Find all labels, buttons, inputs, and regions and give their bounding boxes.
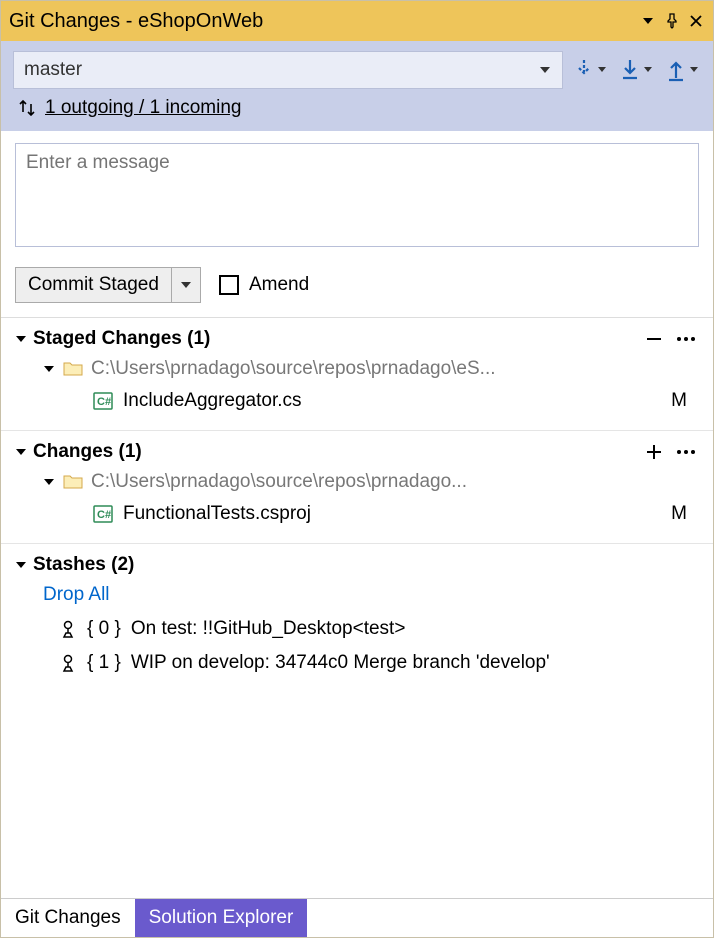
sync-icon: [17, 98, 37, 118]
staged-folder-row[interactable]: C:\Users\prnadago\source\repos\prnadago\…: [15, 350, 699, 384]
staged-file-row[interactable]: C# IncludeAggregator.cs M: [15, 384, 699, 426]
stage-all-icon[interactable]: [641, 442, 667, 462]
sync-status-row: 1 outgoing / 1 incoming: [1, 89, 713, 131]
commit-button-label: Commit Staged: [16, 268, 171, 302]
staged-folder-path: C:\Users\prnadago\source\repos\prnadago\…: [91, 358, 496, 380]
commit-dropdown-icon[interactable]: [171, 268, 200, 302]
branch-toolbar: master: [1, 41, 713, 89]
branch-select[interactable]: master: [13, 51, 563, 89]
folder-icon: [63, 361, 83, 377]
sync-status-link[interactable]: 1 outgoing / 1 incoming: [45, 97, 241, 119]
collapse-icon: [15, 559, 27, 571]
bottom-tabs: Git Changes Solution Explorer: [1, 898, 713, 937]
stash-icon: [59, 653, 77, 673]
commit-row: Commit Staged Amend: [1, 253, 713, 318]
collapse-icon: [15, 333, 27, 345]
changes-file-row[interactable]: C# FunctionalTests.csproj M: [15, 497, 699, 539]
tab-solution-explorer[interactable]: Solution Explorer: [135, 899, 308, 937]
collapse-icon: [15, 446, 27, 458]
more-actions-icon[interactable]: [673, 449, 699, 455]
folder-icon: [63, 474, 83, 490]
stashes-header[interactable]: Stashes (2): [15, 554, 699, 576]
changes-section: Changes (1) C:\Users\prnadago\source\rep…: [1, 431, 713, 544]
stashes-section: Stashes (2) Drop All { 0 } On test: !!Gi…: [1, 544, 713, 684]
staged-changes-section: Staged Changes (1) C:\Users\prnadago\sou…: [1, 318, 713, 431]
amend-checkbox-group[interactable]: Amend: [219, 274, 309, 296]
stash-index: { 0 }: [87, 618, 121, 640]
push-button[interactable]: [663, 54, 701, 86]
commit-staged-button[interactable]: Commit Staged: [15, 267, 201, 303]
window-menu-icon[interactable]: [639, 15, 657, 27]
changes-header[interactable]: Changes (1): [15, 441, 699, 463]
csharp-file-icon: C#: [93, 392, 113, 410]
collapse-icon: [43, 363, 55, 375]
stash-item[interactable]: { 0 } On test: !!GitHub_Desktop<test>: [15, 612, 699, 646]
stash-text: WIP on develop: 34744c0 Merge branch 'de…: [131, 652, 550, 674]
pull-button[interactable]: [617, 54, 655, 86]
window-title: Git Changes - eShopOnWeb: [9, 10, 633, 33]
amend-label: Amend: [249, 274, 309, 296]
changes-file-status: M: [671, 503, 693, 525]
fetch-button[interactable]: [571, 54, 609, 86]
staged-file-status: M: [671, 390, 693, 412]
amend-checkbox[interactable]: [219, 275, 239, 295]
stashes-title: Stashes (2): [33, 554, 134, 576]
staged-changes-header[interactable]: Staged Changes (1): [15, 328, 699, 350]
staged-file-name: IncludeAggregator.cs: [123, 390, 302, 412]
changes-title: Changes (1): [33, 441, 142, 463]
titlebar: Git Changes - eShopOnWeb: [1, 1, 713, 41]
pin-icon[interactable]: [663, 13, 681, 29]
changes-file-name: FunctionalTests.csproj: [123, 503, 311, 525]
stash-text: On test: !!GitHub_Desktop<test>: [131, 618, 406, 640]
changes-folder-row[interactable]: C:\Users\prnadago\source\repos\prnadago.…: [15, 463, 699, 497]
unstage-all-icon[interactable]: [641, 329, 667, 349]
branch-name: master: [24, 59, 82, 81]
commit-message-input[interactable]: [15, 143, 699, 247]
more-actions-icon[interactable]: [673, 336, 699, 342]
drop-all-link[interactable]: Drop All: [15, 576, 699, 612]
stash-item[interactable]: { 1 } WIP on develop: 34744c0 Merge bran…: [15, 646, 699, 680]
stash-index: { 1 }: [87, 652, 121, 674]
svg-text:C#: C#: [97, 509, 111, 521]
stash-icon: [59, 619, 77, 639]
close-icon[interactable]: [687, 14, 705, 28]
commit-message-area: [1, 131, 713, 253]
svg-text:C#: C#: [97, 396, 111, 408]
changes-folder-path: C:\Users\prnadago\source\repos\prnadago.…: [91, 471, 467, 493]
staged-changes-title: Staged Changes (1): [33, 328, 210, 350]
csproj-file-icon: C#: [93, 505, 113, 523]
tab-git-changes[interactable]: Git Changes: [1, 899, 135, 937]
chevron-down-icon: [538, 63, 552, 77]
collapse-icon: [43, 476, 55, 488]
